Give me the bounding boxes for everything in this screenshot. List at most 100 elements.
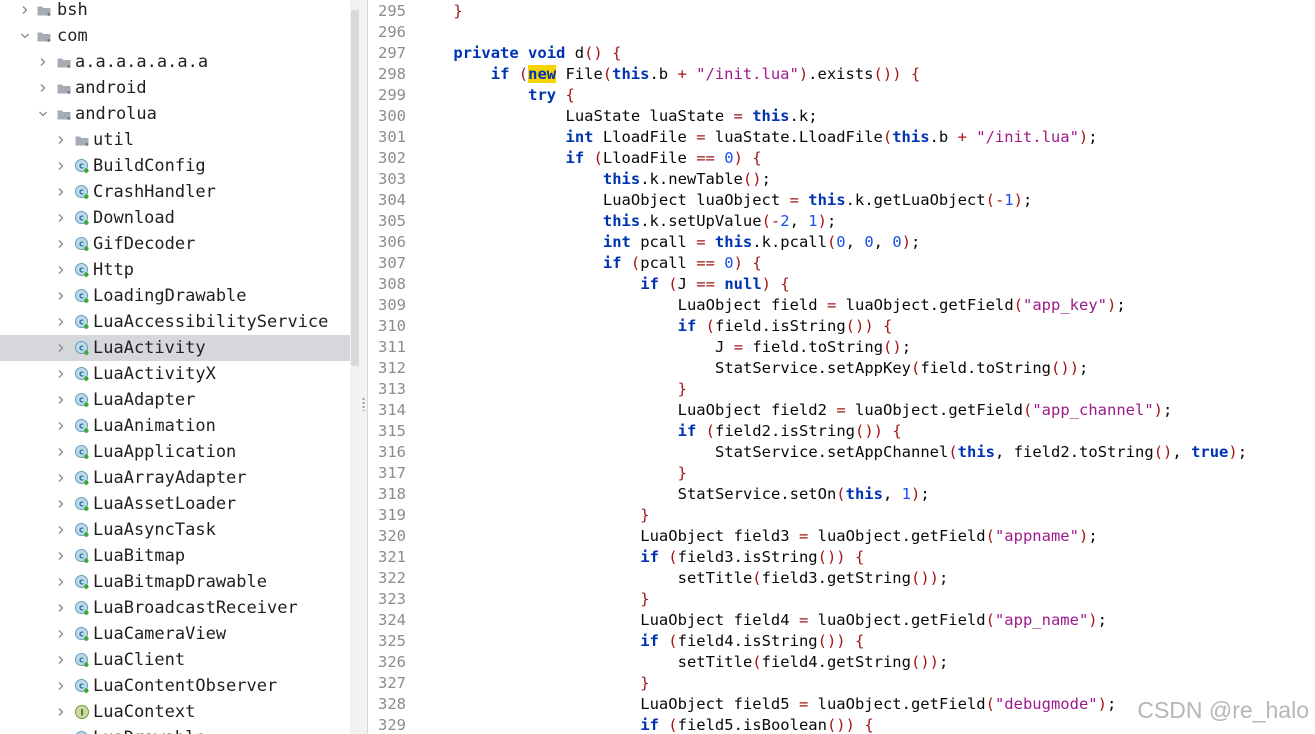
- code-line[interactable]: 305 this.k.setUpValue(-2, 1);: [368, 211, 1315, 232]
- chevron-right-icon[interactable]: [54, 127, 68, 153]
- code-line[interactable]: 316 StatService.setAppChannel(this, fiel…: [368, 442, 1315, 463]
- tree-item[interactable]: c GifDecoder: [0, 231, 350, 257]
- tree-item[interactable]: c Download: [0, 205, 350, 231]
- code-line[interactable]: 325 if (field4.isString()) {: [368, 631, 1315, 652]
- tree-item[interactable]: c LoadingDrawable: [0, 283, 350, 309]
- tree-item[interactable]: c LuaActivityX: [0, 361, 350, 387]
- code-line[interactable]: 322 setTitle(field3.getString());: [368, 568, 1315, 589]
- tree-item[interactable]: c LuaActivity: [0, 335, 350, 361]
- chevron-right-icon[interactable]: [54, 309, 68, 335]
- code-line[interactable]: 307 if (pcall == 0) {: [368, 253, 1315, 274]
- code-editor[interactable]: 295 } 296 297 private void d() {298 if (ne…: [368, 0, 1315, 734]
- tree-item[interactable]: c LuaClient: [0, 647, 350, 673]
- tree-item[interactable]: c LuaCameraView: [0, 621, 350, 647]
- tree-item[interactable]: c LuaAnimation: [0, 413, 350, 439]
- code-line[interactable]: 302 if (LloadFile == 0) {: [368, 148, 1315, 169]
- chevron-right-icon[interactable]: [54, 465, 68, 491]
- tree-item[interactable]: com: [0, 23, 350, 49]
- code-line[interactable]: 296: [368, 22, 1315, 43]
- chevron-right-icon[interactable]: [54, 387, 68, 413]
- chevron-right-icon[interactable]: [54, 543, 68, 569]
- tree-item[interactable]: util: [0, 127, 350, 153]
- chevron-right-icon[interactable]: [54, 517, 68, 543]
- code-line[interactable]: 308 if (J == null) {: [368, 274, 1315, 295]
- tree-item[interactable]: c LuaArrayAdapter: [0, 465, 350, 491]
- chevron-right-icon[interactable]: [54, 179, 68, 205]
- chevron-right-icon[interactable]: [54, 673, 68, 699]
- chevron-right-icon[interactable]: [54, 725, 68, 734]
- tree-item[interactable]: c LuaAsyncTask: [0, 517, 350, 543]
- tree-scrollbar[interactable]: [350, 0, 360, 734]
- line-number: 308: [378, 275, 406, 293]
- code-line[interactable]: 318 StatService.setOn(this, 1);: [368, 484, 1315, 505]
- code-text: if (J == null) {: [640, 275, 790, 293]
- code-line[interactable]: 297 private void d() {: [368, 43, 1315, 64]
- code-line[interactable]: 324 LuaObject field4 = luaObject.getFiel…: [368, 610, 1315, 631]
- tree-item[interactable]: android: [0, 75, 350, 101]
- tree-item[interactable]: c LuaApplication: [0, 439, 350, 465]
- chevron-right-icon[interactable]: [18, 0, 32, 23]
- tree-item[interactable]: c LuaBitmap: [0, 543, 350, 569]
- code-line[interactable]: 312 StatService.setAppKey(field.toString…: [368, 358, 1315, 379]
- code-line[interactable]: 310 if (field.isString()) {: [368, 316, 1315, 337]
- chevron-right-icon[interactable]: [54, 231, 68, 257]
- chevron-right-icon[interactable]: [54, 205, 68, 231]
- chevron-right-icon[interactable]: [54, 439, 68, 465]
- tree-item[interactable]: a.a.a.a.a.a.a: [0, 49, 350, 75]
- code-line[interactable]: 320 LuaObject field3 = luaObject.getFiel…: [368, 526, 1315, 547]
- chevron-down-icon[interactable]: [18, 23, 32, 49]
- code-line[interactable]: 315 if (field2.isString()) {: [368, 421, 1315, 442]
- tree-item[interactable]: c LuaBitmapDrawable: [0, 569, 350, 595]
- code-line[interactable]: 314 LuaObject field2 = luaObject.getFiel…: [368, 400, 1315, 421]
- tree-item[interactable]: cLuaDrawable: [0, 725, 350, 734]
- code-line[interactable]: 326 setTitle(field4.getString());: [368, 652, 1315, 673]
- chevron-right-icon[interactable]: [54, 361, 68, 387]
- class-icon: c: [74, 257, 90, 283]
- chevron-right-icon[interactable]: [54, 335, 68, 361]
- chevron-right-icon[interactable]: [54, 491, 68, 517]
- code-line[interactable]: 304 LuaObject luaObject = this.k.getLuaO…: [368, 190, 1315, 211]
- tree-item[interactable]: c LuaAdapter: [0, 387, 350, 413]
- chevron-right-icon[interactable]: [36, 49, 50, 75]
- code-line[interactable]: 323 }: [368, 589, 1315, 610]
- tree-item[interactable]: androlua: [0, 101, 350, 127]
- code-line[interactable]: 300 LuaState luaState = this.k;: [368, 106, 1315, 127]
- code-line[interactable]: 317 }: [368, 463, 1315, 484]
- chevron-right-icon[interactable]: [54, 153, 68, 179]
- tree-scrollbar-thumb[interactable]: [351, 10, 359, 366]
- tree-item[interactable]: c LuaAccessibilityService: [0, 309, 350, 335]
- tree-item[interactable]: c LuaBroadcastReceiver: [0, 595, 350, 621]
- code-line[interactable]: 306 int pcall = this.k.pcall(0, 0, 0);: [368, 232, 1315, 253]
- code-line[interactable]: 295 }: [368, 1, 1315, 22]
- chevron-right-icon[interactable]: [54, 413, 68, 439]
- tree-item[interactable]: c Http: [0, 257, 350, 283]
- chevron-right-icon[interactable]: [54, 595, 68, 621]
- chevron-right-icon[interactable]: [54, 283, 68, 309]
- code-line[interactable]: 311 J = field.toString();: [368, 337, 1315, 358]
- chevron-right-icon[interactable]: [54, 647, 68, 673]
- tree-item[interactable]: I LuaContext: [0, 699, 350, 725]
- tree-item-label: androlua: [75, 104, 157, 124]
- chevron-right-icon[interactable]: [54, 621, 68, 647]
- code-line[interactable]: 313 }: [368, 379, 1315, 400]
- code-line[interactable]: 321 if (field3.isString()) {: [368, 547, 1315, 568]
- class-icon: c: [74, 413, 90, 439]
- panel-splitter[interactable]: [360, 0, 368, 734]
- code-line[interactable]: 319 }: [368, 505, 1315, 526]
- code-line[interactable]: 298 if (new File(this.b + "/init.lua").e…: [368, 64, 1315, 85]
- tree-item[interactable]: c LuaAssetLoader: [0, 491, 350, 517]
- chevron-right-icon[interactable]: [54, 699, 68, 725]
- tree-item[interactable]: bsh: [0, 0, 350, 23]
- code-line[interactable]: 299 try {: [368, 85, 1315, 106]
- code-line[interactable]: 327 }: [368, 673, 1315, 694]
- chevron-right-icon[interactable]: [36, 75, 50, 101]
- tree-item[interactable]: c CrashHandler: [0, 179, 350, 205]
- tree-item[interactable]: c BuildConfig: [0, 153, 350, 179]
- code-line[interactable]: 303 this.k.newTable();: [368, 169, 1315, 190]
- chevron-down-icon[interactable]: [36, 101, 50, 127]
- tree-item[interactable]: c LuaContentObserver: [0, 673, 350, 699]
- code-line[interactable]: 301 int LloadFile = luaState.LloadFile(t…: [368, 127, 1315, 148]
- code-line[interactable]: 309 LuaObject field = luaObject.getField…: [368, 295, 1315, 316]
- chevron-right-icon[interactable]: [54, 569, 68, 595]
- chevron-right-icon[interactable]: [54, 257, 68, 283]
